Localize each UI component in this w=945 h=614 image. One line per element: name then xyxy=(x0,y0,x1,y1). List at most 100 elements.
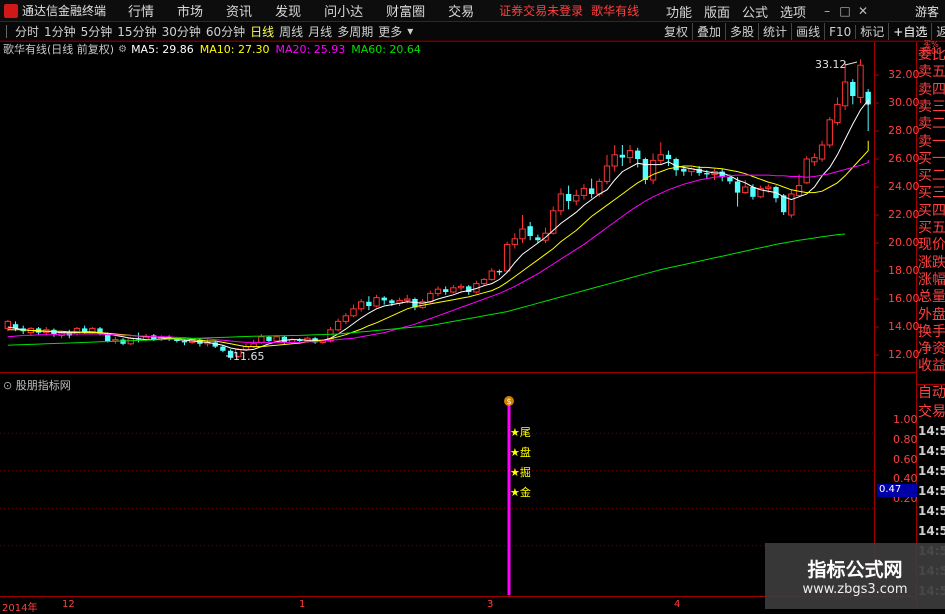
candle-down xyxy=(181,341,188,343)
high-pointer xyxy=(844,61,858,66)
candle-down xyxy=(266,336,272,341)
candle-up xyxy=(519,228,526,240)
signal-star-label: ★盘 xyxy=(510,446,531,459)
chart-grid xyxy=(0,41,945,609)
ma-line-ma60 xyxy=(7,233,846,346)
candle-up xyxy=(73,327,81,335)
ma5-label: MA5: 29.86 xyxy=(131,42,194,56)
candle-down xyxy=(850,82,856,96)
chevron-down-icon[interactable]: ⊙ xyxy=(3,379,12,392)
date-label-mar: 3 xyxy=(487,599,494,610)
candle-down xyxy=(619,154,626,158)
candle-up xyxy=(826,119,833,146)
candle-up xyxy=(611,154,618,167)
date-label-year: 2014年 xyxy=(2,603,38,614)
candle-up xyxy=(857,64,864,98)
candle-up xyxy=(503,243,511,272)
candle-up xyxy=(603,165,611,182)
candle-down xyxy=(389,300,395,304)
date-label-jan: 1 xyxy=(299,599,306,610)
candle-up xyxy=(742,186,749,194)
candle-up xyxy=(373,297,380,307)
sub-chart-title: ⊙ 股朋指标网 xyxy=(3,377,71,393)
sub-chart-indicator-name: 股朋指标网 xyxy=(15,379,71,392)
y-axis-label: 16.00 xyxy=(888,292,920,305)
candle-up xyxy=(657,154,664,161)
candle-up xyxy=(818,144,826,160)
signal-star-label: ★金 xyxy=(510,486,531,499)
sub-y-axis-label: 1.00 xyxy=(893,413,918,426)
candle-down xyxy=(565,194,572,201)
tick-time-label: 14:56 xyxy=(918,504,945,518)
tick-time-label: 14:56 xyxy=(918,424,945,438)
candle-up xyxy=(450,287,457,293)
stock-title: 歌华有线(日线 前复权) xyxy=(3,43,115,56)
candle-up xyxy=(427,292,434,303)
candle-down xyxy=(220,346,226,351)
candle-down xyxy=(681,168,687,172)
date-label-dec: 12 xyxy=(62,599,75,610)
candle-up xyxy=(342,315,350,322)
tick-time-label: 14:56 xyxy=(918,484,945,498)
candle-up xyxy=(841,81,849,107)
candle-up xyxy=(404,298,411,301)
y-axis-label: 20.00 xyxy=(888,236,920,249)
candle-down xyxy=(120,339,126,344)
sub-y-axis-label: 0.80 xyxy=(893,432,918,446)
y-axis-label: 24.00 xyxy=(888,180,920,193)
candle-up xyxy=(803,158,810,184)
date-label-apr: 4 xyxy=(674,599,681,610)
candle-up xyxy=(626,150,634,159)
tick-time-label: 14:56 xyxy=(918,464,945,478)
gear-icon[interactable]: ⚙ xyxy=(118,44,127,55)
candle-down xyxy=(635,150,641,159)
y-axis-label: 14.00 xyxy=(888,320,920,333)
candle-up xyxy=(334,320,342,331)
low-price-annotation: 11.65 xyxy=(233,350,265,363)
candle-up xyxy=(788,193,795,216)
candle-down xyxy=(665,154,672,159)
candle-up xyxy=(557,193,565,212)
candle-up xyxy=(649,159,657,181)
candle-down xyxy=(527,226,533,236)
candle-down xyxy=(734,181,741,193)
chart-canvas[interactable]: $ xyxy=(0,0,945,609)
candle-down xyxy=(642,159,649,180)
candle-down xyxy=(535,237,541,241)
ma10-label: MA10: 27.30 xyxy=(199,42,270,56)
sub-y-axis-label: 0.60 xyxy=(893,452,918,466)
candle-up xyxy=(511,238,519,245)
signal-star-label: ★掘 xyxy=(510,466,531,479)
y-axis-label: 22.00 xyxy=(888,208,920,221)
candle-up xyxy=(573,194,580,202)
signal-coin-glyph: $ xyxy=(507,397,512,406)
ma-line-ma5 xyxy=(7,98,869,351)
candle-down xyxy=(442,289,449,292)
auto-trade-label[interactable]: 交易 xyxy=(918,402,945,422)
quote-field-label: 收益 xyxy=(918,358,945,375)
candle-up xyxy=(596,180,603,195)
candle-up xyxy=(357,301,365,310)
candle-up xyxy=(580,187,588,196)
y-axis-label: 28.00 xyxy=(888,124,920,137)
y-axis-label: 18.00 xyxy=(888,264,920,277)
sub-chart-current-value: 0.47 xyxy=(877,484,917,497)
candle-up xyxy=(765,186,772,189)
candle-down xyxy=(381,297,387,301)
candle-down xyxy=(727,177,733,182)
candle-up xyxy=(834,103,841,124)
candle-up xyxy=(258,336,265,343)
candles-group xyxy=(4,59,871,360)
y-axis-label: 26.00 xyxy=(888,152,920,165)
auto-trade-label[interactable]: 自动 xyxy=(918,383,945,403)
chart-header: 歌华有线(日线 前复权) ⚙ MA5: 29.86 MA10: 27.30 MA… xyxy=(0,42,427,57)
candle-down xyxy=(588,188,595,194)
candle-up xyxy=(480,278,488,285)
y-axis-label: 32.00 xyxy=(888,68,920,81)
high-price-annotation: 33.12 xyxy=(815,58,847,71)
candle-up xyxy=(434,288,442,294)
y-axis-label: 12.00 xyxy=(888,348,920,361)
candle-up xyxy=(488,270,495,280)
candle-up xyxy=(811,157,818,163)
candle-up xyxy=(350,308,357,317)
